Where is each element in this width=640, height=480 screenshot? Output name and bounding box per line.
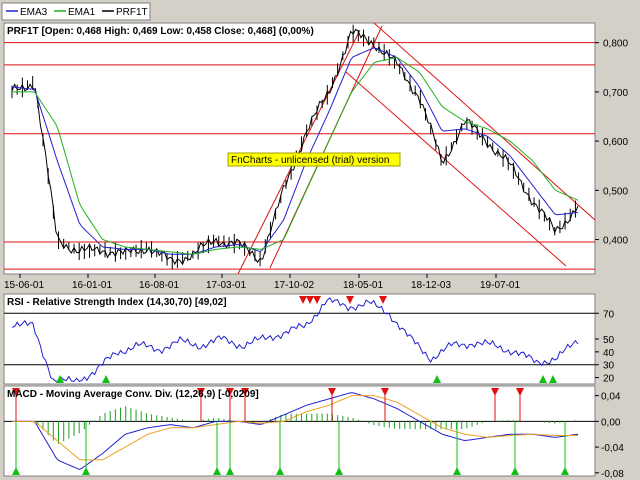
rsi-panel: RSI - Relative Strength Index (14,30,70)… bbox=[3, 293, 615, 385]
price-x-tick-label: 16-01-01 bbox=[72, 280, 112, 291]
price-y-tick-label: 0,400 bbox=[603, 236, 628, 247]
chart-canvas: EMA3 EMA1 PRF1T PRF1T [Open: 0,468 High:… bbox=[1, 2, 628, 480]
rsi-y-tick-label: 40 bbox=[603, 348, 615, 359]
price-x-tick-label: 18-05-01 bbox=[343, 280, 383, 291]
price-y-tick-label: 0,500 bbox=[603, 186, 628, 197]
legend-prf1t-label: PRF1T bbox=[116, 7, 148, 18]
rsi-y-tick-label: 20 bbox=[603, 374, 615, 385]
price-y-tick-label: 0,600 bbox=[603, 137, 628, 148]
rsi-y-tick-label: 50 bbox=[603, 335, 615, 346]
price-panel-title: PRF1T [Open: 0,468 High: 0,469 Low: 0,45… bbox=[7, 26, 314, 37]
price-plot-area bbox=[3, 22, 596, 275]
legend-ema3-label: EMA3 bbox=[20, 7, 48, 18]
price-x-tick-label: 16-08-01 bbox=[139, 280, 179, 291]
macd-panel-title: MACD - Moving Average Conv. Div. (12,26,… bbox=[7, 389, 259, 400]
macd-y-tick-label: -0,04 bbox=[601, 443, 624, 454]
macd-y-tick-label: 0,04 bbox=[601, 392, 621, 403]
price-y-axis: 0,800 0,700 0,600 0,500 0,400 bbox=[595, 39, 628, 247]
rsi-y-tick-label: 70 bbox=[603, 309, 615, 320]
rsi-panel-title: RSI - Relative Strength Index (14,30,70)… bbox=[7, 297, 227, 308]
macd-y-tick-label: 0,00 bbox=[601, 417, 621, 428]
price-y-tick-label: 0,800 bbox=[603, 39, 628, 50]
macd-y-axis: 0,04 0,00 -0,04 -0,08 bbox=[595, 392, 624, 480]
legend: EMA3 EMA1 PRF1T bbox=[1, 2, 151, 21]
rsi-y-axis: 70 50 40 30 20 bbox=[595, 309, 615, 385]
macd-panel: MACD - Moving Average Conv. Div. (12,26,… bbox=[3, 385, 624, 480]
price-x-tick-label: 19-07-01 bbox=[480, 280, 520, 291]
macd-y-tick-label: -0,08 bbox=[601, 469, 624, 480]
price-x-axis: 15-06-01 16-01-01 16-08-01 17-03-01 17-10-02… bbox=[4, 274, 520, 291]
price-x-tick-label: 17-10-02 bbox=[274, 280, 314, 291]
price-panel: PRF1T [Open: 0,468 High: 0,469 Low: 0,45… bbox=[3, 22, 628, 291]
price-x-tick-label: 15-06-01 bbox=[4, 280, 44, 291]
price-x-tick-label: 18-12-03 bbox=[411, 280, 451, 291]
price-x-tick-label: 17-03-01 bbox=[206, 280, 246, 291]
watermark-text: FnCharts - unlicensed (trial) version bbox=[231, 155, 389, 166]
price-y-tick-label: 0,700 bbox=[603, 88, 628, 99]
rsi-y-tick-label: 30 bbox=[603, 361, 615, 372]
legend-ema1-label: EMA1 bbox=[68, 7, 96, 18]
